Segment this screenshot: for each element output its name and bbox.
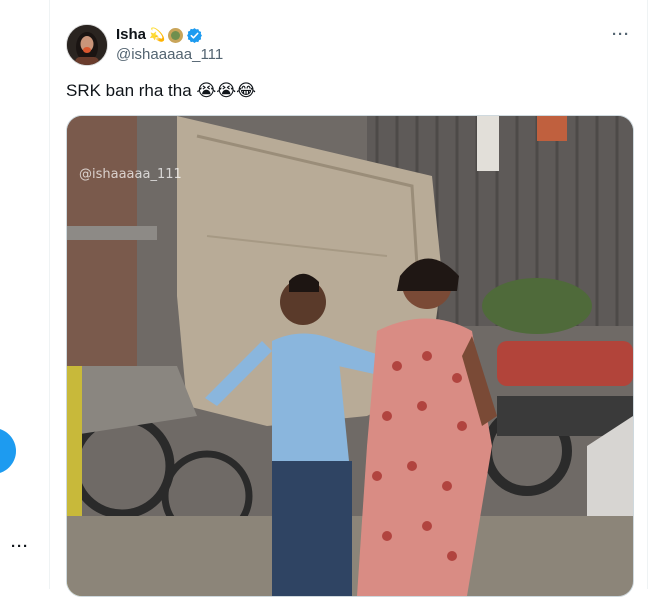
name-emoji: 💫 <box>149 27 166 42</box>
tweet-media-video[interactable]: @ishaaaaa_111 <box>66 115 634 597</box>
video-frame-illustration <box>67 116 633 596</box>
column-divider-right <box>647 0 648 589</box>
media-watermark: @ishaaaaa_111 <box>79 167 182 182</box>
affiliate-badge-icon[interactable] <box>168 27 184 43</box>
avatar[interactable] <box>66 24 108 66</box>
verified-badge-icon[interactable] <box>186 27 203 44</box>
post-button[interactable] <box>0 428 16 474</box>
author-handle[interactable]: @ishaaaaa_111 <box>116 45 223 65</box>
author-display-name[interactable]: Isha <box>116 25 146 45</box>
more-horizontal-icon[interactable]: ··· <box>612 25 630 45</box>
tweet-text: SRK ban rha tha 😭😭😂 <box>66 81 257 100</box>
author-name-row: Isha 💫 <box>116 25 203 45</box>
sidebar-more-button[interactable]: ··· <box>11 538 29 556</box>
tweet[interactable]: Isha 💫 @ishaaaaa_111 ··· SRK ban rha tha… <box>50 0 648 597</box>
left-sidebar: ··· <box>0 0 50 589</box>
